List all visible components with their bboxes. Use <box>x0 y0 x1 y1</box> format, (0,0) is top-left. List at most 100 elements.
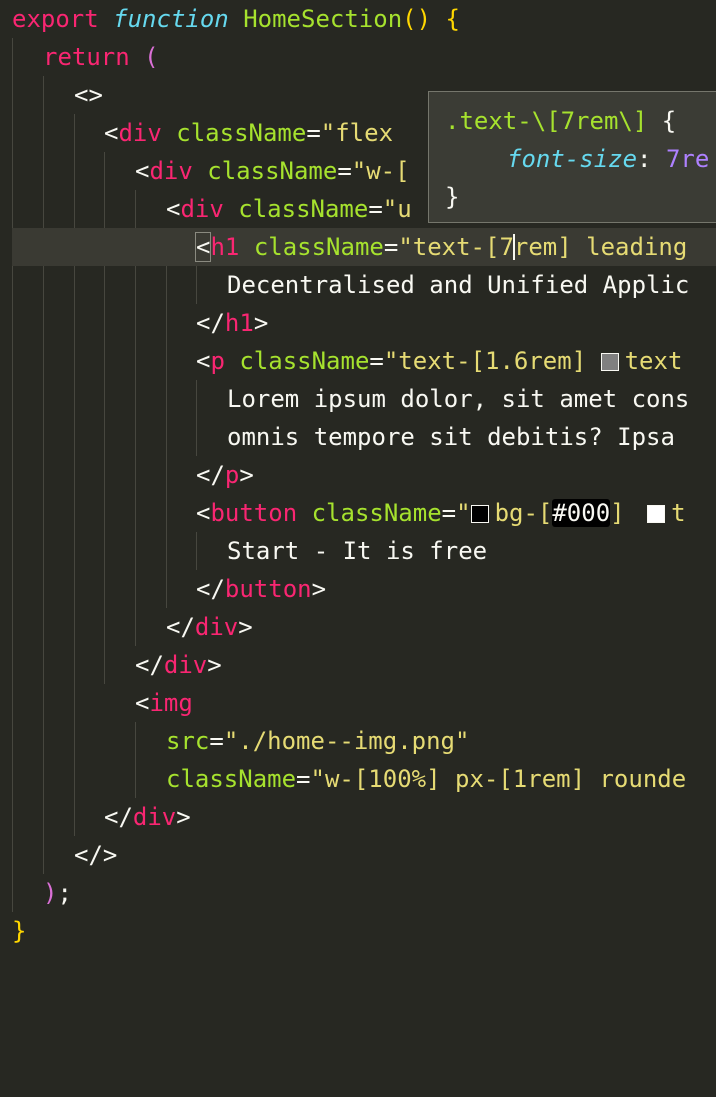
code-line[interactable]: </> <box>0 836 716 874</box>
attr-name: className <box>207 157 338 185</box>
code-editor[interactable]: export function HomeSection() { return (… <box>0 0 716 1097</box>
attr-value: bg-[ <box>494 499 553 527</box>
tag-name: p <box>210 347 225 375</box>
tag-name: h1 <box>210 233 240 261</box>
attr-value: "./home--img.png" <box>223 727 470 755</box>
code-line[interactable]: </div> <box>0 798 716 836</box>
equals: = <box>306 119 321 147</box>
tag-bracket: < <box>104 119 119 147</box>
attr-value: "w-[ <box>351 157 410 185</box>
tag-name: div <box>149 157 193 185</box>
css-hover-tooltip: .text-\[7rem\] { font-size: 7re } <box>428 91 716 223</box>
attr-value: "w-[100%] px-[1rem] rounde <box>310 765 687 793</box>
tag-name: button <box>224 575 312 603</box>
tag-bracket: > <box>239 461 254 489</box>
equals: = <box>337 157 352 185</box>
tag-bracket: </ <box>196 309 225 337</box>
matched-bracket: < <box>194 232 212 262</box>
code-line[interactable]: </div> <box>0 646 716 684</box>
keyword-function: function <box>113 5 229 33</box>
keyword-return: return <box>43 43 130 71</box>
code-line[interactable]: Lorem ipsum dolor, sit amet cons <box>0 380 716 418</box>
close-brace: } <box>12 917 27 945</box>
equals: = <box>369 347 384 375</box>
jsx-text: Decentralised and Unified Applic <box>227 271 690 299</box>
color-swatch-black[interactable] <box>470 505 489 523</box>
jsx-text: Lorem ipsum dolor, sit amet cons <box>227 385 690 413</box>
code-line[interactable]: export function HomeSection() { <box>0 0 716 38</box>
equals: = <box>368 195 383 223</box>
hex-color-value: #000 <box>552 499 611 527</box>
function-name: HomeSection <box>243 5 403 33</box>
code-line[interactable]: <p className="text-[1.6rem] text <box>0 342 716 380</box>
tag-bracket: > <box>253 309 269 337</box>
equals: = <box>441 499 457 527</box>
tag-name: div <box>163 651 208 679</box>
tag-bracket: < <box>196 347 211 375</box>
fragment-open: <> <box>74 81 103 109</box>
color-swatch-white[interactable] <box>647 505 666 523</box>
attr-value: "text-[1.6rem] <box>383 347 601 375</box>
css-close-brace: } <box>445 183 460 211</box>
tag-bracket: < <box>135 157 150 185</box>
css-value: 7re <box>665 145 710 173</box>
code-line-current[interactable]: <h1 className="text-[7rem] leading <box>12 228 716 266</box>
close-paren: ) <box>43 879 58 907</box>
tag-name: div <box>118 119 162 147</box>
code-line[interactable]: src="./home--img.png" <box>0 722 716 760</box>
attr-value: text <box>624 347 683 375</box>
tag-bracket: </ <box>196 575 225 603</box>
code-line[interactable]: omnis tempore sit debitis? Ipsa <box>0 418 716 456</box>
tag-bracket: > <box>238 613 253 641</box>
attr-name: className <box>166 765 297 793</box>
code-line[interactable]: <img <box>0 684 716 722</box>
code-line[interactable]: } <box>0 912 716 950</box>
tag-bracket: > <box>207 651 222 679</box>
code-line[interactable]: </div> <box>0 608 716 646</box>
jsx-text: omnis tempore sit debitis? Ipsa <box>227 423 690 451</box>
css-selector: .text-\[7rem\] <box>445 107 648 135</box>
attr-name: className <box>253 233 384 261</box>
attr-value: "u <box>382 195 412 223</box>
attr-quote: " <box>456 499 471 527</box>
css-property: font-size <box>507 145 638 173</box>
tag-bracket: < <box>196 499 211 527</box>
attr-value: "text-[7 <box>398 233 514 261</box>
attr-name: className <box>239 347 370 375</box>
tag-bracket: > <box>176 803 191 831</box>
code-line[interactable]: Decentralised and Unified Applic <box>0 266 716 304</box>
tag-bracket: </ <box>166 613 195 641</box>
attr-name: className <box>176 119 307 147</box>
open-paren: ( <box>144 43 159 71</box>
attr-value: t <box>671 499 686 527</box>
parens: () <box>402 5 432 33</box>
equals: = <box>383 233 399 261</box>
code-line[interactable]: return ( <box>0 38 716 76</box>
code-line[interactable]: Start - It is free <box>0 532 716 570</box>
jsx-text: Start - It is free <box>227 537 488 565</box>
code-line[interactable]: className="w-[100%] px-[1rem] rounde <box>0 760 716 798</box>
code-line[interactable]: ); <box>0 874 716 912</box>
code-line[interactable]: <button className=" bg-[#000] t <box>0 494 716 532</box>
attr-name: className <box>311 499 442 527</box>
fragment-close: </> <box>74 841 118 869</box>
tag-bracket: </ <box>104 803 133 831</box>
css-open-brace: { <box>661 107 677 135</box>
code-line[interactable]: </h1> <box>0 304 716 342</box>
tag-name: div <box>132 803 177 831</box>
tag-name: button <box>210 499 298 527</box>
tag-bracket: > <box>311 575 327 603</box>
code-line[interactable]: </button> <box>0 570 716 608</box>
tag-name: p <box>224 461 240 489</box>
color-swatch-gray[interactable] <box>600 353 619 371</box>
css-colon: : <box>637 145 666 173</box>
attr-value: "flex <box>320 119 394 147</box>
equals: = <box>209 727 224 755</box>
open-brace: { <box>445 5 460 33</box>
attr-name: src <box>166 727 210 755</box>
code-line[interactable]: </p> <box>0 456 716 494</box>
tag-bracket: </ <box>196 461 225 489</box>
tag-name: div <box>180 195 224 223</box>
attr-name: className <box>238 195 369 223</box>
tag-bracket: </ <box>135 651 164 679</box>
